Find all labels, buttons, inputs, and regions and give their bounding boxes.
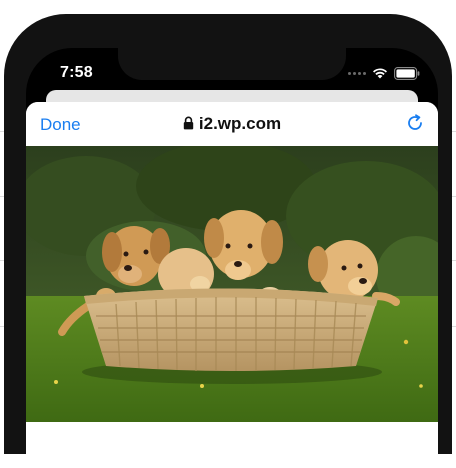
status-time: 7:58 <box>60 64 93 81</box>
status-indicators <box>348 66 420 80</box>
url-text: i2.wp.com <box>198 114 282 133</box>
browser-sheet: Done i2.wp.com <box>26 102 438 468</box>
url-address[interactable]: i2.wp.com <box>26 114 438 134</box>
puppies-in-basket-photo <box>26 146 438 422</box>
browser-toolbar: Done i2.wp.com <box>26 102 438 146</box>
lock-icon <box>183 116 194 130</box>
notch <box>118 48 346 80</box>
wifi-icon <box>373 68 387 79</box>
phone-screen: 7:58 Done i2.wp.com <box>26 48 438 468</box>
battery-icon <box>394 66 420 80</box>
phone-frame: 7:58 Done i2.wp.com <box>4 14 452 468</box>
reload-icon[interactable] <box>406 114 424 132</box>
cellular-signal-icon <box>348 71 366 75</box>
